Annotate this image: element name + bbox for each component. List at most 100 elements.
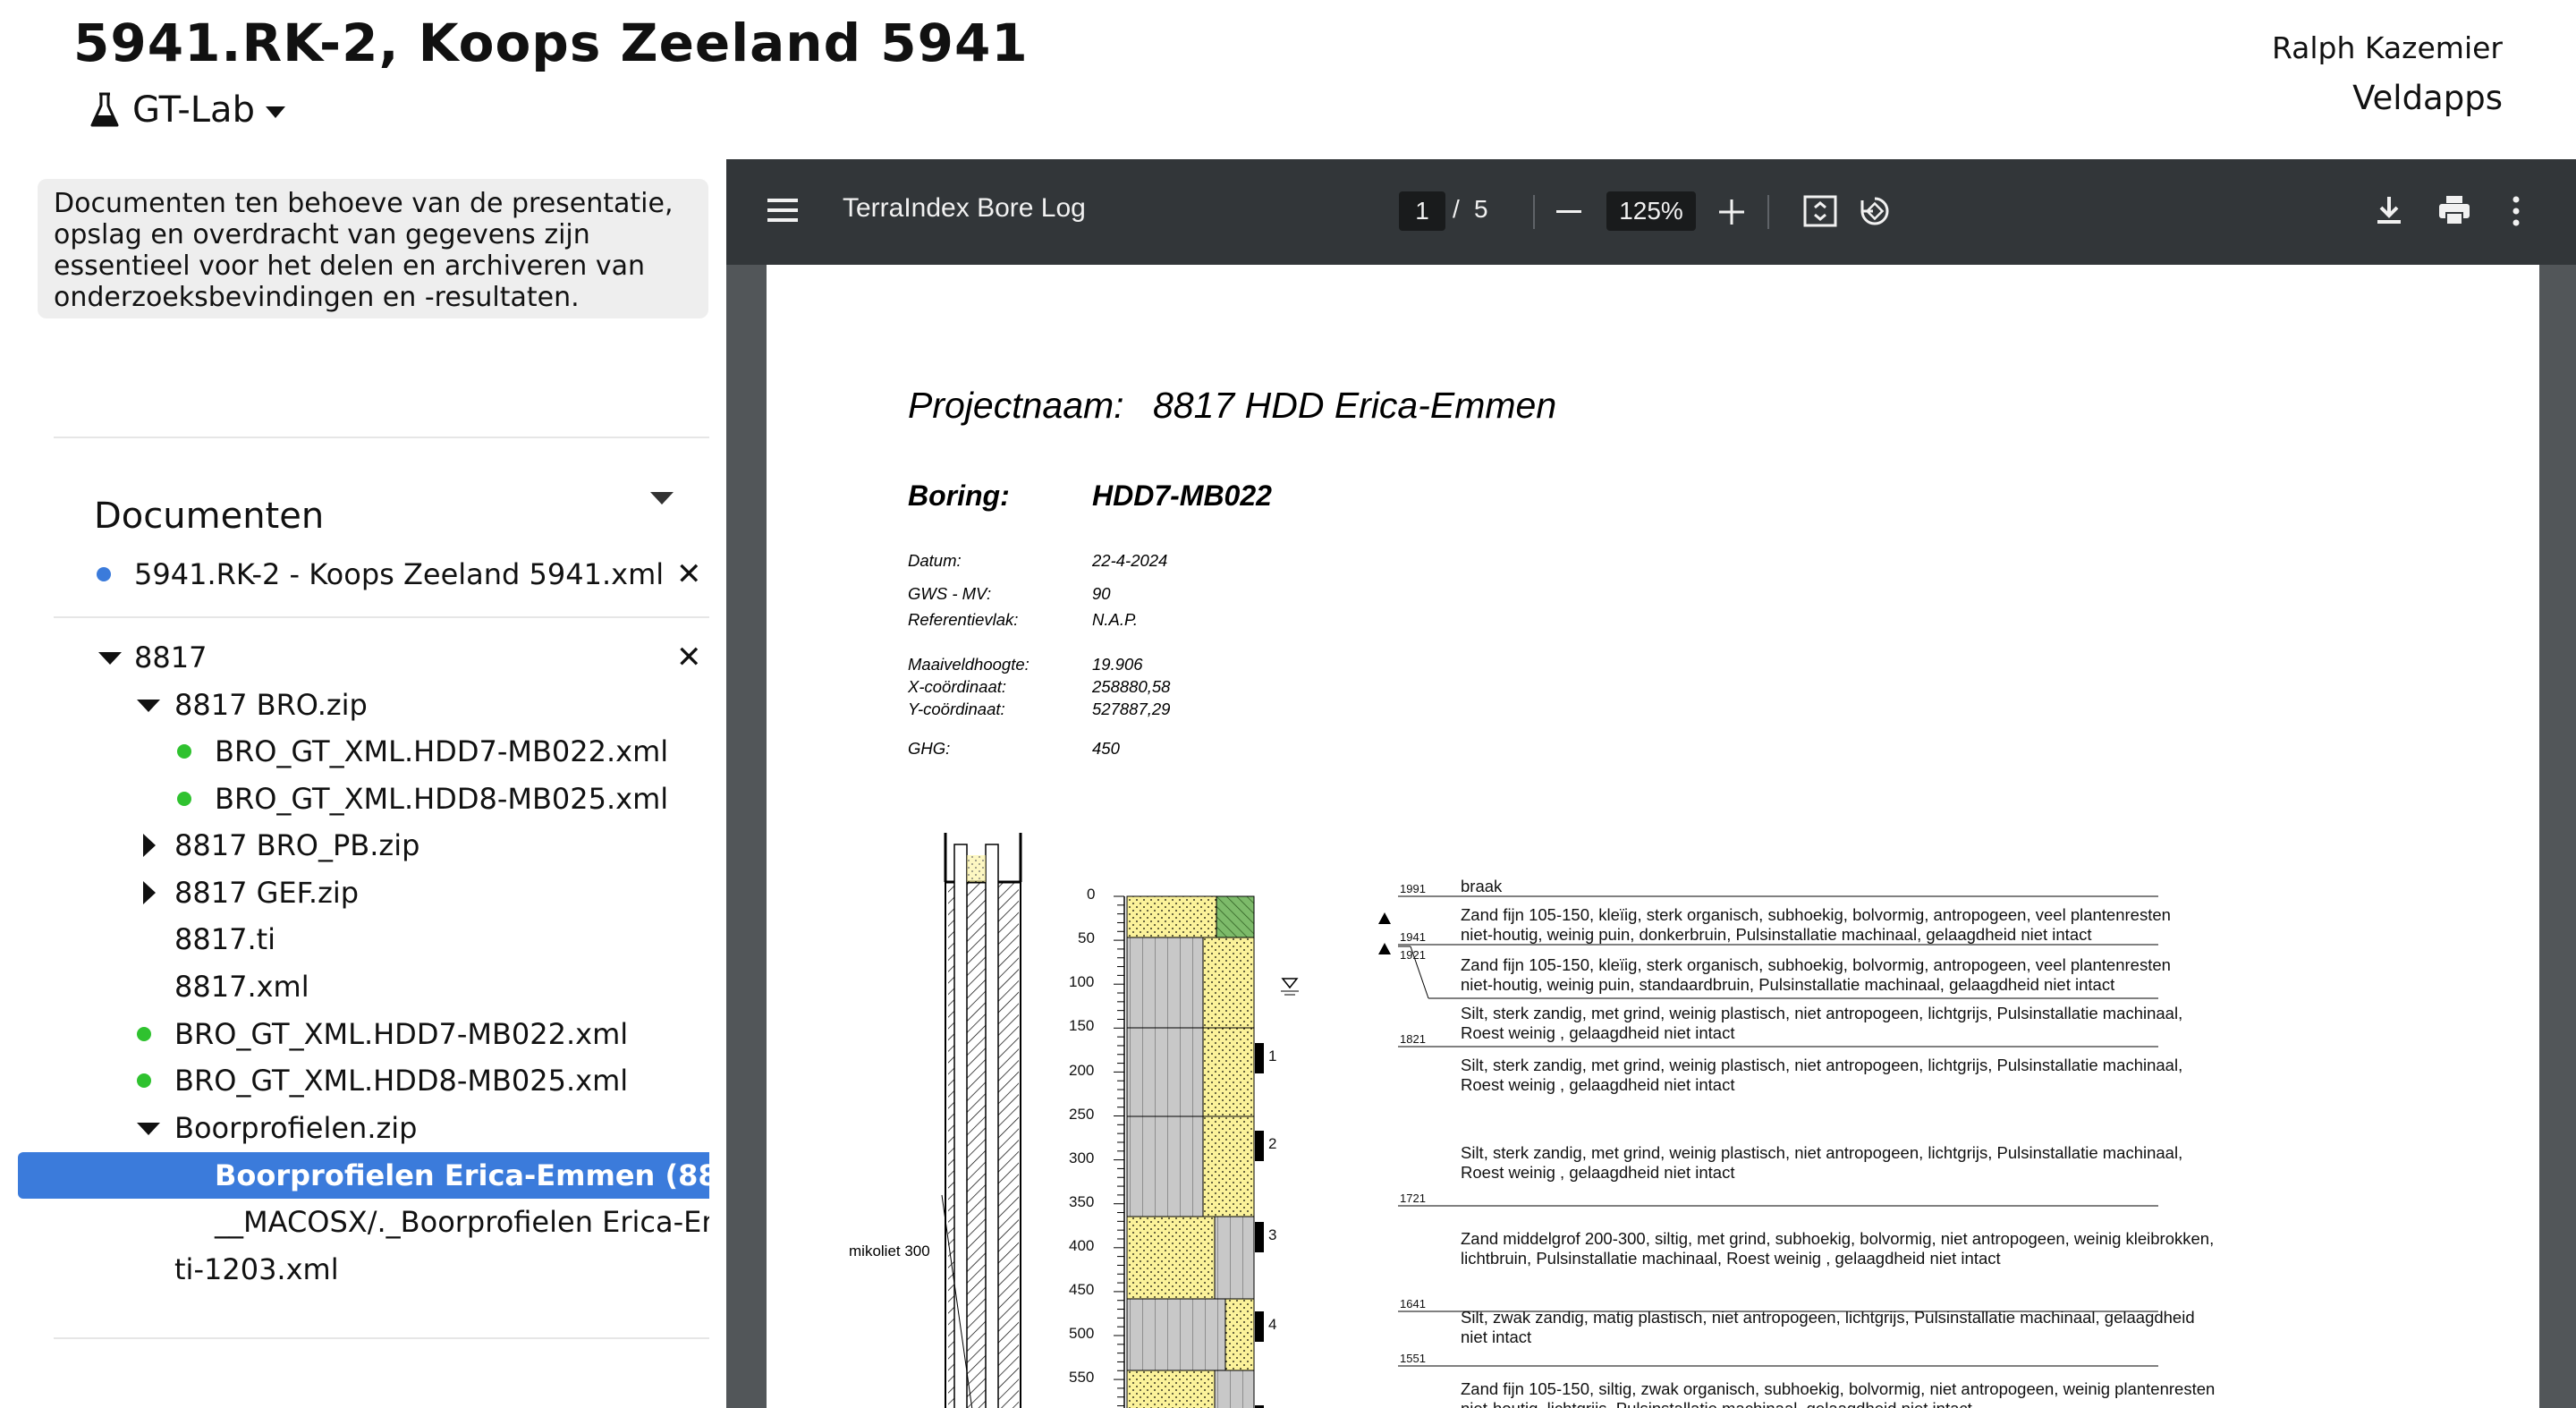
layer-line: niet-houtig, lichtgrijs, Pulsinstallatie… (1461, 1399, 2215, 1408)
tree-file[interactable]: 8817.xml (0, 963, 709, 1010)
layer-line: Zand fijn 105-150, kleïig, sterk organis… (1461, 955, 2171, 974)
tree-file[interactable]: BRO_GT_XML.HDD8-MB025.xml (0, 1057, 709, 1104)
page-separator: / (1453, 195, 1460, 223)
tree-file[interactable]: BRO_GT_XML.HDD7-MB022.xml (0, 1011, 709, 1057)
more-icon[interactable] (2512, 195, 2521, 227)
organization-name[interactable]: Veldapps (2352, 79, 2503, 117)
layer-description: Silt, zwak zandig, matig plastisch, niet… (1461, 1308, 2195, 1347)
status-dot-green-icon (177, 744, 191, 759)
depth-tick-label: 0 (1087, 886, 1096, 903)
tree-item-label: 8817.ti (174, 922, 276, 956)
sample-number: 2 (1268, 1135, 1277, 1152)
rotate-icon[interactable] (1857, 193, 1893, 229)
chevron-down-icon[interactable] (137, 700, 160, 712)
tree-zip-boorprofielen[interactable]: Boorprofielen.zip (0, 1105, 709, 1151)
tree-item-label: __MACOSX/._Boorprofielen Erica-Emmen (88… (215, 1205, 709, 1239)
tree-item-label: BRO_GT_XML.HDD8-MB025.xml (215, 782, 669, 816)
fit-page-icon[interactable] (1803, 195, 1837, 227)
layer-line: Zand fijn 105-150, siltig, zwak organisc… (1461, 1379, 2216, 1398)
menu-icon[interactable] (767, 197, 798, 224)
close-icon[interactable]: ✕ (676, 634, 702, 681)
zoom-level[interactable]: 125% (1606, 191, 1696, 231)
toolbar-divider (1533, 195, 1535, 229)
tree-item-label: 8817 BRO.zip (174, 688, 368, 722)
tree-item-label: Boorprofielen Erica-Emmen (8817).pdf (215, 1158, 709, 1192)
layer-description: Silt, sterk zandig, met grind, weinig pl… (1461, 1004, 2182, 1043)
download-icon[interactable] (2376, 195, 2402, 225)
depth-tick-label: 200 (1069, 1062, 1095, 1079)
toolbar-divider (1767, 195, 1769, 229)
depth-tick-label: 300 (1069, 1149, 1095, 1166)
close-icon[interactable]: ✕ (676, 551, 702, 598)
page-title: 5941.RK-2, Koops Zeeland 5941 (73, 13, 1029, 73)
pdf-toolbar: TerraIndex Bore Log 1 / 5 125% (726, 159, 2576, 265)
divider (54, 437, 709, 438)
app-switcher-label: GT-Lab (132, 89, 255, 131)
chevron-down-icon[interactable] (137, 1123, 160, 1135)
layer-description: Zand fijn 105-150, siltig, zwak organisc… (1461, 1379, 2215, 1408)
layer-description: Zand fijn 105-150, kleïig, sterk organis… (1461, 905, 2171, 945)
description-box: Documenten ten behoeve van de presentati… (38, 179, 708, 318)
app-switcher-dropdown[interactable]: GT-Lab (89, 89, 285, 131)
pdf-viewer[interactable]: TerraIndex Bore Log 1 / 5 125% Projectna… (726, 159, 2576, 1408)
tree-file[interactable]: 8817.ti (0, 916, 709, 963)
tree-item-label: 8817.xml (174, 970, 309, 1004)
level-label: 1641 (1400, 1297, 1426, 1310)
divider (54, 1337, 709, 1339)
page-total: 5 (1474, 195, 1488, 223)
layer-line: niet intact (1461, 1327, 1532, 1346)
document-title: TerraIndex Bore Log (843, 193, 1086, 223)
zoom-in-icon[interactable] (1719, 199, 1744, 225)
layer-line: Zand middelgrof 200-300, siltig, met gri… (1461, 1229, 2215, 1248)
tree-file[interactable]: BRO_GT_XML.HDD8-MB025.xml (0, 776, 709, 822)
tree-file[interactable]: ti-1203.xml (0, 1246, 709, 1293)
tree-zip-8817-bro-pb[interactable]: 8817 BRO_PB.zip (0, 822, 709, 869)
page-number-input[interactable]: 1 (1399, 191, 1445, 231)
layer-line: Silt, sterk zandig, met grind, weinig pl… (1461, 1004, 2183, 1022)
level-label: 1941 (1400, 930, 1426, 944)
tree-item-label: 8817 BRO_PB.zip (174, 828, 420, 862)
tree-file[interactable]: __MACOSX/._Boorprofielen Erica-Emmen (88… (0, 1199, 709, 1245)
chevron-right-icon[interactable] (143, 881, 156, 904)
tree-file-selected[interactable]: Boorprofielen Erica-Emmen (8817).pdf (18, 1152, 709, 1199)
tree-zip-8817-bro[interactable]: 8817 BRO.zip (0, 682, 709, 728)
zoom-out-icon[interactable] (1556, 209, 1581, 215)
depth-tick-label: 500 (1069, 1325, 1095, 1342)
chevron-down-icon[interactable] (98, 652, 122, 665)
depth-tick-label: 150 (1069, 1017, 1095, 1034)
layer-line: niet-houtig, weinig puin, donkerbruin, P… (1461, 925, 2092, 944)
tree-item-label: BRO_GT_XML.HDD7-MB022.xml (215, 734, 669, 768)
tree-item-label: BRO_GT_XML.HDD8-MB025.xml (174, 1064, 629, 1098)
layer-description: Silt, sterk zandig, met grind, weinig pl… (1461, 1143, 2182, 1183)
status-dot-blue-icon (97, 567, 111, 581)
print-icon[interactable] (2438, 195, 2470, 225)
collapse-documents-icon[interactable] (650, 492, 674, 505)
tree-item-label: 8817 GEF.zip (174, 876, 360, 910)
flask-icon (90, 92, 119, 127)
tree-file[interactable]: BRO_GT_XML.HDD7-MB022.xml (0, 728, 709, 775)
layer-line: Silt, zwak zandig, matig plastisch, niet… (1461, 1308, 2195, 1327)
status-dot-green-icon (137, 1073, 151, 1088)
layer-description: Silt, sterk zandig, met grind, weinig pl… (1461, 1056, 2182, 1095)
layer-line: Silt, sterk zandig, met grind, weinig pl… (1461, 1143, 2183, 1162)
depth-tick-label: 450 (1069, 1281, 1095, 1298)
depth-tick-label: 350 (1069, 1193, 1095, 1210)
level-label: 1821 (1400, 1032, 1426, 1046)
user-name[interactable]: Ralph Kazemier (2272, 30, 2503, 65)
tree-folder-8817[interactable]: 8817 ✕ (0, 634, 709, 681)
layer-line: lichtbruin, Pulsinstallatie machinaal, R… (1461, 1249, 2001, 1268)
level-label: 1551 (1400, 1352, 1426, 1365)
tree-item-label: ti-1203.xml (174, 1252, 339, 1286)
chevron-right-icon[interactable] (143, 834, 156, 857)
layer-line: Roest weinig , gelaagdheid niet intact (1461, 1075, 1735, 1094)
layer-line: Silt, sterk zandig, met grind, weinig pl… (1461, 1056, 2183, 1074)
sample-number: 3 (1268, 1226, 1277, 1243)
tree-zip-8817-gef[interactable]: 8817 GEF.zip (0, 869, 709, 916)
layer-description: Zand fijn 105-150, kleïig, sterk organis… (1461, 955, 2171, 995)
pdf-page: Projectnaam: 8817 HDD Erica-Emmen Boring… (767, 265, 2539, 1408)
layer-line: Roest weinig , gelaagdheid niet intact (1461, 1023, 1735, 1042)
mikoliet-label: mikoliet 300 (849, 1243, 930, 1260)
layer-description: braak (1461, 877, 1502, 896)
document-item-root[interactable]: 5941.RK-2 - Koops Zeeland 5941.xml ✕ (0, 551, 709, 598)
layer-line: Roest weinig , gelaagdheid niet intact (1461, 1163, 1735, 1182)
